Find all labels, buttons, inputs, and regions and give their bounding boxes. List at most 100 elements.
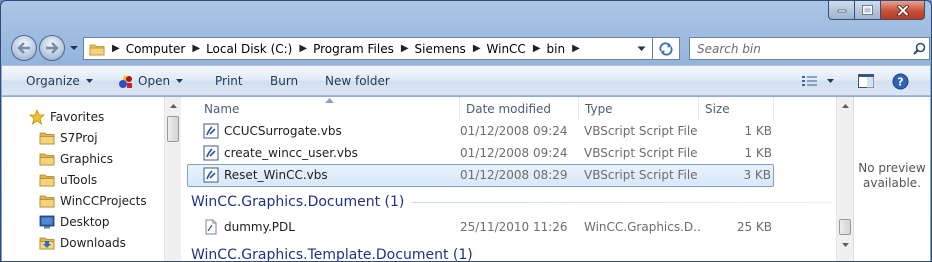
breadcrumb-program-files[interactable]: Program Files: [313, 42, 394, 56]
chevron-right-icon[interactable]: ▶: [185, 43, 206, 54]
command-bar: Organize Open Print Burn New folder ?: [2, 65, 930, 96]
vbscript-icon: [203, 123, 219, 139]
nav-label: Desktop: [60, 215, 110, 229]
breadcrumb-computer[interactable]: Computer: [126, 42, 186, 56]
nav-label: Downloads: [60, 236, 126, 250]
file-row-selected[interactable]: Reset_WinCC.vbs 01/12/2008 08:29 VBScrip…: [187, 164, 774, 187]
file-date: 01/12/2008 08:29: [460, 168, 568, 182]
change-view-button[interactable]: [802, 66, 834, 96]
print-label: Print: [215, 74, 243, 88]
close-button[interactable]: [881, 1, 925, 20]
nav-item-downloads[interactable]: Downloads: [39, 232, 126, 254]
group-header[interactable]: WinCC.Graphics.Document (1): [191, 191, 404, 213]
scroll-down-button[interactable]: [837, 236, 854, 253]
scroll-thumb[interactable]: [839, 219, 851, 235]
column-header-name[interactable]: Name: [198, 97, 460, 121]
file-name-cell: dummy.PDL: [203, 217, 455, 237]
print-button[interactable]: Print: [215, 66, 243, 96]
folder-icon: [39, 132, 55, 145]
content-area: Favorites S7Proj Graphics uTools WinCCPr…: [2, 97, 930, 261]
file-size: 3 KB: [743, 168, 771, 182]
navigation-pane: Favorites S7Proj Graphics uTools WinCCPr…: [2, 97, 164, 261]
scroll-up-button[interactable]: [165, 97, 182, 114]
scroll-up-button[interactable]: [837, 97, 854, 114]
organize-label: Organize: [26, 74, 80, 88]
address-bar[interactable]: ▶ Computer ▶ Local Disk (C:) ▶ Program F…: [83, 37, 653, 60]
minimize-button[interactable]: [828, 1, 855, 20]
nav-pane-scrollbar[interactable]: [164, 97, 181, 261]
search-input[interactable]: [690, 38, 909, 59]
chevron-right-icon[interactable]: ▶: [565, 43, 586, 54]
nav-item-graphics[interactable]: Graphics: [39, 148, 113, 170]
preview-pane-button[interactable]: [858, 66, 874, 96]
file-size: 25 KB: [736, 220, 772, 234]
nav-item-utools[interactable]: uTools: [39, 169, 97, 191]
open-with-icon: [119, 75, 132, 88]
column-header-label: Type: [585, 102, 613, 116]
nav-item-favorites[interactable]: Favorites: [29, 106, 104, 128]
search-icon[interactable]: [909, 42, 929, 55]
nav-label: Favorites: [50, 110, 105, 124]
downloads-icon: [39, 237, 55, 250]
file-row[interactable]: create_wincc_user.vbs 01/12/2008 09:24 V…: [187, 143, 774, 165]
nav-item-desktop[interactable]: Desktop: [39, 211, 110, 233]
open-menu[interactable]: Open: [118, 66, 184, 96]
organize-menu[interactable]: Organize: [26, 66, 93, 96]
file-date: 01/12/2008 09:24: [460, 124, 568, 138]
folder-icon: [39, 153, 55, 166]
file-date: 25/11/2010 11:26: [460, 220, 568, 234]
chevron-right-icon[interactable]: ▶: [526, 43, 547, 54]
breadcrumb-wincc[interactable]: WinCC: [487, 42, 526, 56]
chevron-down-icon: [637, 46, 646, 51]
refresh-button[interactable]: [653, 37, 680, 60]
navigation-bar: ▶ Computer ▶ Local Disk (C:) ▶ Program F…: [9, 33, 930, 61]
preview-pane-icon: [858, 74, 874, 88]
group-header[interactable]: WinCC.Graphics.Template.Document (1): [191, 244, 473, 261]
address-history-dropdown[interactable]: [633, 40, 650, 57]
column-header-label: Name: [204, 102, 240, 116]
file-list-scrollbar[interactable]: [836, 97, 853, 261]
file-list: Name Date modified Type Size CCUCSurroga…: [187, 97, 836, 261]
chevron-right-icon[interactable]: ▶: [394, 43, 415, 54]
star-icon: [29, 109, 45, 125]
maximize-button[interactable]: [855, 1, 881, 20]
file-row[interactable]: CCUCSurrogate.vbs 01/12/2008 09:24 VBScr…: [187, 121, 774, 143]
view-list-icon: [802, 75, 817, 86]
maximize-icon: [862, 5, 873, 15]
breadcrumb-bin[interactable]: bin: [547, 42, 566, 56]
help-button[interactable]: ?: [892, 66, 909, 96]
folder-icon: [39, 174, 55, 187]
back-button[interactable]: [11, 35, 37, 61]
file-row[interactable]: dummy.PDL 25/11/2010 11:26 WinCC.Graphic…: [187, 217, 774, 239]
scroll-thumb[interactable]: [167, 116, 179, 142]
column-header-date[interactable]: Date modified: [460, 97, 579, 121]
minimize-icon: [837, 9, 846, 13]
nav-item-winccprojects[interactable]: WinCCProjects: [39, 190, 147, 212]
search-box[interactable]: [689, 37, 930, 60]
new-folder-button[interactable]: New folder: [325, 66, 390, 96]
folder-icon: [39, 195, 55, 208]
file-name: dummy.PDL: [224, 220, 295, 234]
file-name-cell: CCUCSurrogate.vbs: [203, 121, 455, 141]
column-header-size[interactable]: Size: [699, 97, 774, 121]
recent-pages-dropdown[interactable]: [67, 42, 81, 54]
breadcrumb-siemens[interactable]: Siemens: [415, 42, 466, 56]
chevron-up-icon: [842, 103, 849, 108]
breadcrumb-local-disk[interactable]: Local Disk (C:): [206, 42, 292, 56]
chevron-right-icon[interactable]: ▶: [105, 43, 126, 54]
file-type: VBScript Script File: [584, 168, 698, 182]
chevron-right-icon[interactable]: ▶: [466, 43, 487, 54]
vbscript-icon: [203, 167, 219, 183]
file-size: 1 KB: [744, 146, 772, 160]
new-folder-label: New folder: [325, 74, 390, 88]
chevron-right-icon[interactable]: ▶: [292, 43, 313, 54]
forward-button[interactable]: [39, 35, 65, 61]
column-header-type[interactable]: Type: [579, 97, 699, 121]
burn-button[interactable]: Burn: [270, 66, 298, 96]
column-header-label: Size: [705, 102, 730, 116]
nav-item-s7proj[interactable]: S7Proj: [39, 127, 98, 149]
file-name: CCUCSurrogate.vbs: [224, 124, 342, 138]
vbscript-icon: [203, 145, 219, 161]
file-type: WinCC.Graphics.D...: [584, 220, 700, 234]
file-date: 01/12/2008 09:24: [460, 146, 568, 160]
